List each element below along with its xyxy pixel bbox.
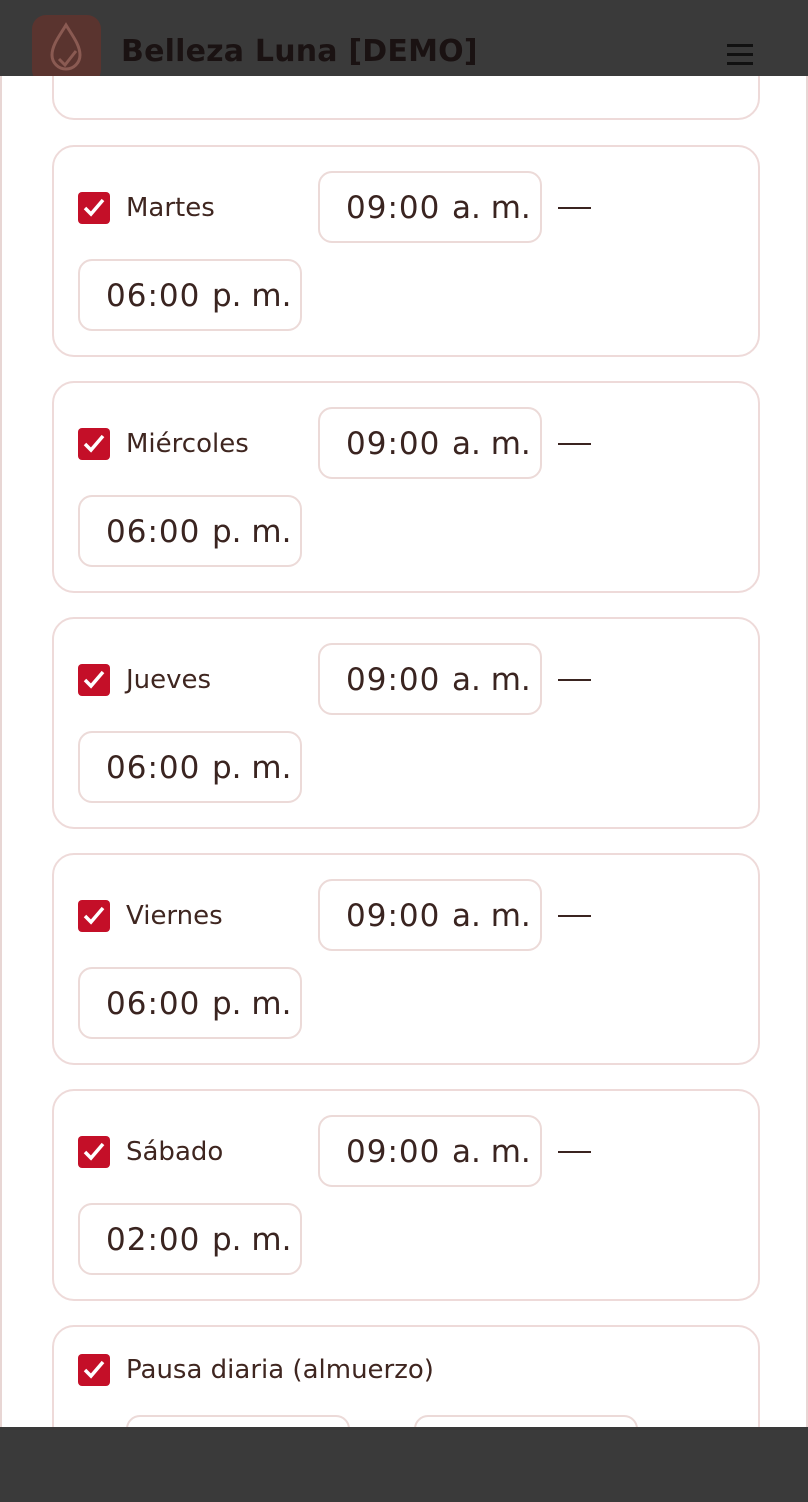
day-card: Martes 09:00 a. m. 06:00 p. m. <box>52 145 760 357</box>
end-time-input[interactable]: 06:00 p. m. <box>78 731 302 803</box>
start-time-value: 09:00 <box>346 898 441 934</box>
hamburger-menu-icon[interactable] <box>718 36 762 74</box>
start-time-value: 09:00 <box>346 1134 441 1170</box>
start-time-value: 09:00 <box>346 426 441 462</box>
end-time-value: 02:00 <box>106 1222 201 1258</box>
break-label: Pausa diaria (almuerzo) <box>126 1355 434 1385</box>
start-time-ampm: a. m. <box>452 898 531 934</box>
start-time-ampm: a. m. <box>452 662 531 698</box>
schedule-panel: Martes 09:00 a. m. 06:00 p. m. Miércoles… <box>0 76 808 1427</box>
day-checkbox[interactable] <box>78 192 110 224</box>
start-time-ampm: a. m. <box>452 426 531 462</box>
end-time-value: 06:00 <box>106 278 201 314</box>
day-label: Sábado <box>126 1137 224 1167</box>
break-end-input[interactable] <box>414 1415 638 1427</box>
break-checkbox[interactable] <box>78 1354 110 1386</box>
range-dash <box>558 1151 591 1153</box>
day-card: Miércoles 09:00 a. m. 06:00 p. m. <box>52 381 760 593</box>
range-dash <box>558 443 591 445</box>
day-checkbox[interactable] <box>78 664 110 696</box>
day-card: Jueves 09:00 a. m. 06:00 p. m. <box>52 617 760 829</box>
day-label: Jueves <box>126 665 212 695</box>
start-time-ampm: a. m. <box>452 1134 531 1170</box>
day-card-partial <box>52 76 760 120</box>
end-time-ampm: p. m. <box>212 986 292 1022</box>
end-time-value: 06:00 <box>106 986 201 1022</box>
start-time-value: 09:00 <box>346 662 441 698</box>
end-time-input[interactable]: 06:00 p. m. <box>78 967 302 1039</box>
range-dash <box>558 207 591 209</box>
end-time-input[interactable]: 02:00 p. m. <box>78 1203 302 1275</box>
break-card: Pausa diaria (almuerzo) <box>52 1325 760 1427</box>
logo-icon <box>32 15 101 84</box>
brand-title: Belleza Luna [DEMO] <box>121 34 478 69</box>
end-time-input[interactable]: 06:00 p. m. <box>78 259 302 331</box>
end-time-ampm: p. m. <box>212 514 292 550</box>
start-time-input[interactable]: 09:00 a. m. <box>318 1115 542 1187</box>
day-checkbox[interactable] <box>78 1136 110 1168</box>
end-time-value: 06:00 <box>106 514 201 550</box>
start-time-ampm: a. m. <box>452 190 531 226</box>
day-checkbox[interactable] <box>78 900 110 932</box>
day-label: Miércoles <box>126 429 249 459</box>
start-time-input[interactable]: 09:00 a. m. <box>318 171 542 243</box>
end-time-ampm: p. m. <box>212 750 292 786</box>
day-checkbox[interactable] <box>78 428 110 460</box>
end-time-ampm: p. m. <box>212 1222 292 1258</box>
start-time-input[interactable]: 09:00 a. m. <box>318 643 542 715</box>
app-footer <box>0 1427 808 1502</box>
start-time-input[interactable]: 09:00 a. m. <box>318 407 542 479</box>
end-time-value: 06:00 <box>106 750 201 786</box>
day-label: Viernes <box>126 901 223 931</box>
day-card: Viernes 09:00 a. m. 06:00 p. m. <box>52 853 760 1065</box>
day-card: Sábado 09:00 a. m. 02:00 p. m. <box>52 1089 760 1301</box>
end-time-ampm: p. m. <box>212 278 292 314</box>
start-time-input[interactable]: 09:00 a. m. <box>318 879 542 951</box>
range-dash <box>558 915 591 917</box>
day-label: Martes <box>126 193 215 223</box>
end-time-input[interactable]: 06:00 p. m. <box>78 495 302 567</box>
range-dash <box>558 679 591 681</box>
break-start-input[interactable] <box>126 1415 350 1427</box>
app-header: Belleza Luna [DEMO] <box>0 0 808 84</box>
start-time-value: 09:00 <box>346 190 441 226</box>
